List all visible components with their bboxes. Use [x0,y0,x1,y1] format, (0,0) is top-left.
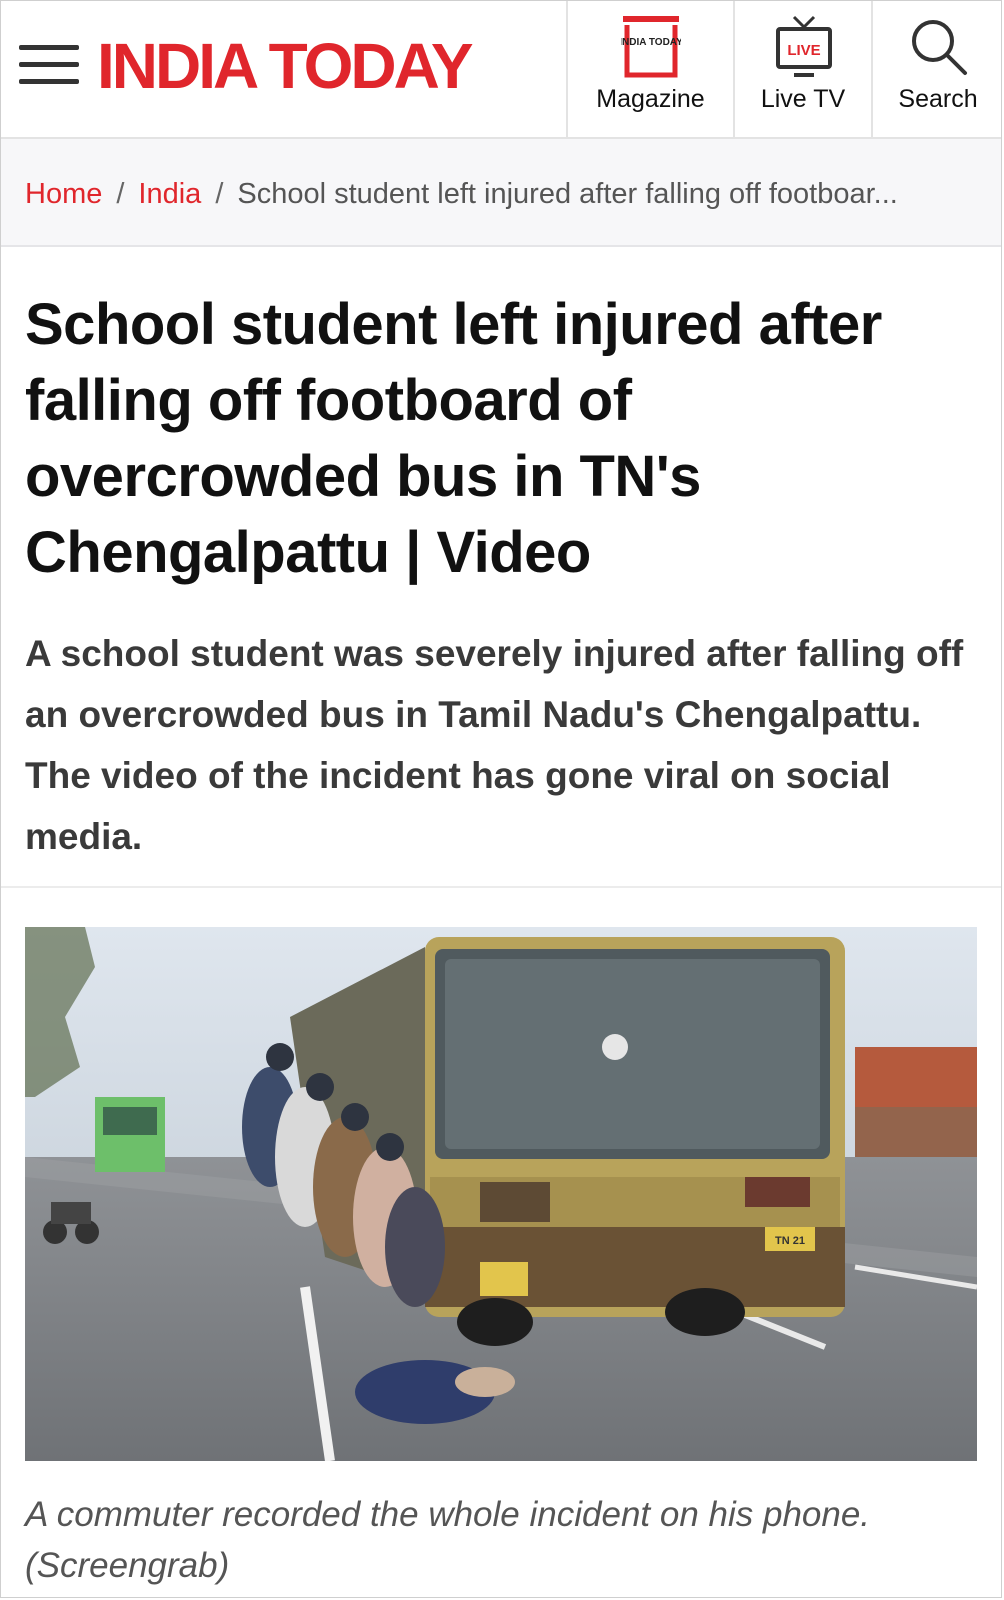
magazine-button[interactable]: INDIA TODAY Magazine [566,1,733,137]
breadcrumb-separator: / [215,178,224,210]
live-tv-icon-text: LIVE [787,42,820,59]
divider [1,886,1001,888]
live-tv-icon: LIVE [776,15,832,77]
breadcrumb-india-link[interactable]: India [138,178,201,210]
breadcrumb-home-link[interactable]: Home [25,178,102,210]
live-tv-button[interactable]: LIVE Live TV [733,1,871,137]
breadcrumb: Home / India / School student left injured a… [1,139,1001,247]
site-logo[interactable]: INDIA TODAY [97,31,474,101]
magazine-icon: INDIA TODAY [621,16,681,78]
page: INDIA TODAY INDIA TODAY Magazine LIVE Li… [0,0,1002,1598]
bus-plate-text: TN 21 [775,1235,805,1247]
bus-scene-illustration: TN 21 [25,927,977,1461]
article-image[interactable]: TN 21 [25,927,977,1461]
article-headline: School student left injured after fallin… [25,292,882,585]
hamburger-menu-icon[interactable] [19,45,79,85]
search-icon [912,20,967,75]
live-tv-label: Live TV [760,85,846,113]
magazine-label: Magazine [596,85,705,113]
breadcrumb-separator: / [116,178,125,210]
search-button[interactable]: Search [871,1,1001,137]
magazine-icon-text: INDIA TODAY [621,37,681,48]
search-label: Search [898,85,978,113]
image-caption: A commuter recorded the whole incident o… [25,1495,871,1585]
site-header: INDIA TODAY INDIA TODAY Magazine LIVE Li… [1,1,1001,139]
article-summary: A school student was severely injured af… [25,633,964,857]
breadcrumb-current: School student left injured after fallin… [237,178,898,210]
